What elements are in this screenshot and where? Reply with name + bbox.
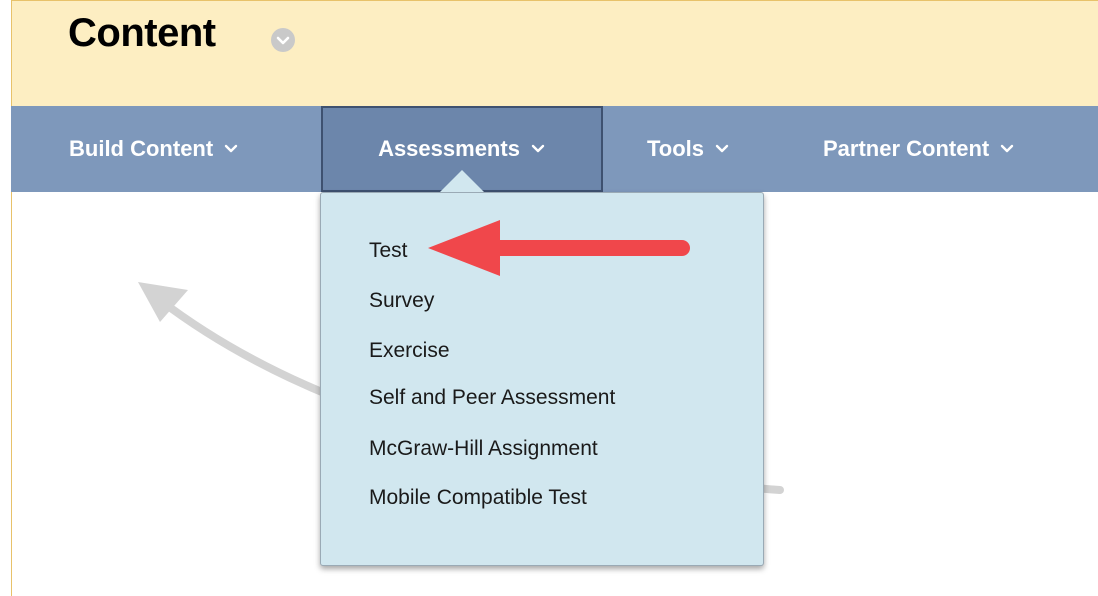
title-options-chevron-icon[interactable]: [271, 28, 295, 52]
menu-item-mobile-compatible-test[interactable]: Mobile Compatible Test: [369, 486, 587, 510]
content-toolbar: Build Content Assessments Tools Partner …: [11, 106, 1098, 192]
toolbar-build-content[interactable]: Build Content: [69, 106, 239, 192]
menu-item-exercise[interactable]: Exercise: [369, 339, 450, 363]
toolbar-partner-content[interactable]: Partner Content: [823, 106, 1015, 192]
menu-item-mcgraw-hill-assignment[interactable]: McGraw-Hill Assignment: [369, 437, 598, 461]
chevron-down-icon: [531, 144, 545, 153]
chevron-down-icon: [1001, 144, 1014, 153]
red-arrow-icon: [428, 220, 690, 276]
menu-item-self-and-peer-assessment[interactable]: Self and Peer Assessment: [369, 386, 615, 410]
page-title: Content: [68, 11, 216, 55]
toolbar-assessments-label: Assessments: [378, 136, 520, 161]
chevron-down-icon: [715, 144, 729, 153]
menu-pointer: [440, 170, 484, 192]
toolbar-build-content-label: Build Content: [69, 136, 214, 161]
menu-item-survey[interactable]: Survey: [369, 289, 434, 313]
chevron-down-icon: [225, 144, 238, 153]
toolbar-partner-content-label: Partner Content: [823, 136, 990, 161]
toolbar-tools[interactable]: Tools: [647, 106, 730, 192]
page-header: Content: [11, 0, 1098, 106]
menu-item-test[interactable]: Test: [369, 239, 408, 263]
toolbar-tools-label: Tools: [647, 136, 705, 161]
